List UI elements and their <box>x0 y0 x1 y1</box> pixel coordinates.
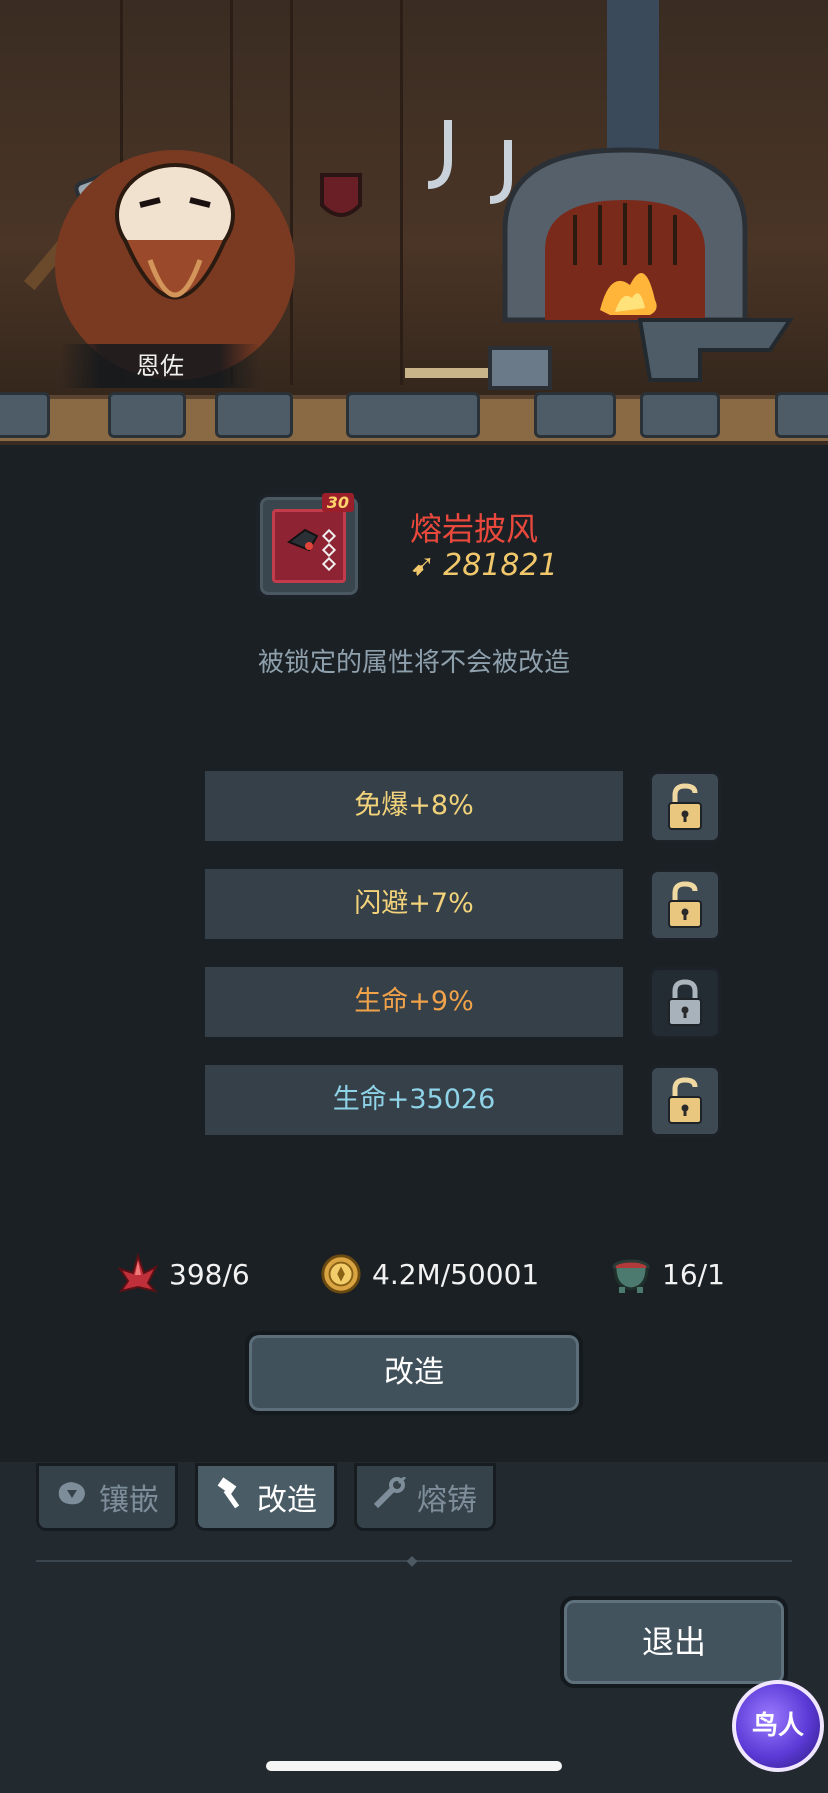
item-power-value: 281821 <box>443 548 558 583</box>
resource-value: 16/1 <box>662 1257 725 1291</box>
resource-gold: 4.2M/50001 <box>320 1249 539 1299</box>
lock-hint-text: 被锁定的属性将不会被改造 <box>257 648 570 678</box>
home-indicator[interactable] <box>266 1761 562 1771</box>
item-slot[interactable]: 30 <box>256 493 362 599</box>
tab-label: 镶嵌 <box>99 1483 159 1518</box>
tab-label: 改造 <box>257 1483 317 1518</box>
ledge-block <box>346 392 480 438</box>
attribute-row: 生命+35026 <box>205 1065 623 1135</box>
crystal-icon <box>117 1253 159 1295</box>
cauldron-icon <box>610 1253 652 1295</box>
ledge-block <box>0 392 50 438</box>
gem-icon <box>55 1478 89 1516</box>
attribute-label: 生命+9% <box>354 986 474 1017</box>
npc-name-tag: 恩佐 <box>60 344 260 388</box>
divider-ornament: ◆ <box>406 1553 418 1569</box>
resource-value: 4.2M/50001 <box>372 1257 540 1291</box>
unlocked-padlock-icon <box>668 783 702 830</box>
exit-button[interactable]: 退出 <box>560 1596 788 1688</box>
ledge-block <box>215 392 293 438</box>
unlocked-padlock-icon <box>668 881 702 928</box>
tab-smelt[interactable]: 熔铸 <box>354 1463 496 1531</box>
power-icon: ➹ <box>410 548 436 583</box>
attribute-lock-toggle[interactable] <box>649 967 721 1039</box>
tab-inlay[interactable]: 镶嵌 <box>36 1463 178 1531</box>
cloak-icon <box>272 509 346 583</box>
gold-coin-icon <box>320 1253 362 1295</box>
resource-value: 398/6 <box>169 1257 250 1291</box>
locked-padlock-icon <box>668 979 702 1026</box>
attribute-row: 免爆+8% <box>205 771 623 841</box>
attribute-lock-toggle[interactable] <box>649 869 721 941</box>
tab-label: 熔铸 <box>417 1483 477 1518</box>
item-level-badge: 30 <box>321 493 354 512</box>
resource-cauldron: 16/1 <box>610 1249 725 1299</box>
ledge-block <box>775 392 828 438</box>
overlay-badge[interactable]: 鸟人 <box>732 1680 824 1772</box>
attribute-label: 生命+35026 <box>332 1084 496 1115</box>
reforge-button[interactable]: 改造 <box>245 1331 583 1415</box>
attribute-row: 生命+9% <box>205 967 623 1037</box>
attribute-lock-toggle[interactable] <box>649 771 721 843</box>
ledge-block <box>640 392 720 438</box>
ledge-block <box>534 392 616 438</box>
unlocked-padlock-icon <box>668 1077 702 1124</box>
ledge-block <box>108 392 186 438</box>
hammer-icon <box>215 1477 247 1517</box>
attribute-label: 免爆+8% <box>354 790 474 821</box>
tab-reforge[interactable]: 改造 <box>195 1463 337 1531</box>
attribute-lock-toggle[interactable] <box>649 1065 721 1137</box>
item-power: ➹ 281821 <box>410 548 558 583</box>
attribute-label: 闪避+7% <box>354 888 474 919</box>
attribute-row: 闪避+7% <box>205 869 623 939</box>
resource-crystal: 398/6 <box>117 1249 250 1299</box>
forge-scene: 恩佐 <box>0 0 828 445</box>
item-name: 熔岩披风 <box>410 510 539 548</box>
wrench-icon <box>373 1475 407 1517</box>
